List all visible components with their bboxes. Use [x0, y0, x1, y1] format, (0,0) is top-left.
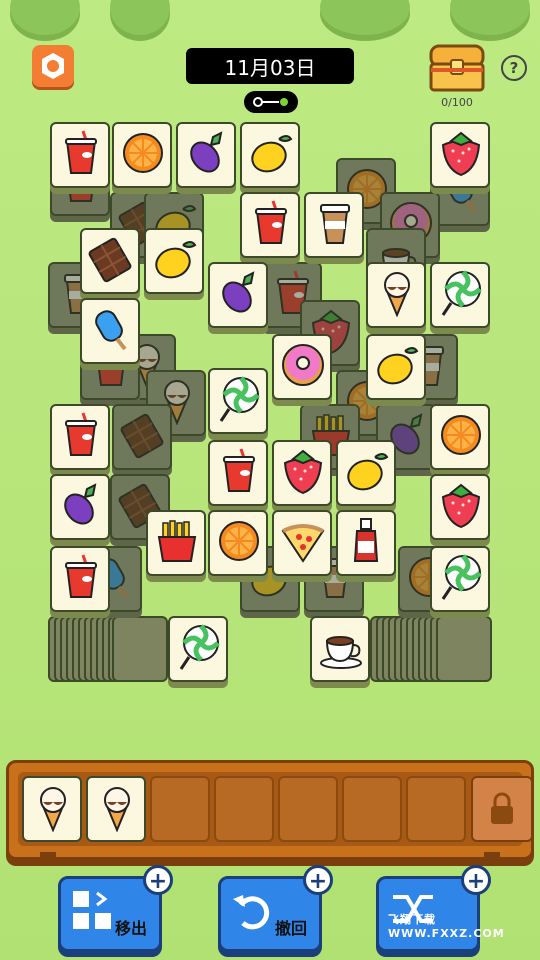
tile-strawberry[interactable] — [272, 440, 332, 506]
date-label: 11月03日 — [186, 48, 354, 84]
tile-coffee[interactable] — [304, 192, 364, 258]
tile-drink[interactable] — [208, 440, 268, 506]
tile-strawberry[interactable] — [430, 474, 490, 540]
chest-progress: 0/100 — [441, 96, 473, 109]
tile-drink[interactable] — [50, 122, 110, 188]
tray-leg — [484, 852, 500, 866]
help-button[interactable]: ? — [501, 55, 527, 81]
top-bar: 11月03日 0/100 ? — [0, 0, 540, 113]
tile-covered — [112, 404, 172, 470]
tile-lemon[interactable] — [240, 122, 300, 188]
key-indicator — [244, 91, 298, 113]
tile-teacup[interactable] — [310, 616, 370, 682]
tile-lollipop[interactable] — [430, 546, 490, 612]
move-out-label: 移出 — [114, 919, 147, 938]
add-move-out-button[interactable]: + — [143, 865, 173, 895]
tile-lemon[interactable] — [336, 440, 396, 506]
key-icon — [253, 97, 288, 107]
tile-eggplant[interactable] — [50, 474, 110, 540]
tile-drink[interactable] — [240, 192, 300, 258]
tile-orange[interactable] — [430, 404, 490, 470]
tray-slot — [150, 776, 210, 842]
tile-chocolate[interactable] — [80, 228, 140, 294]
tray-slot — [214, 776, 274, 842]
tray-slot — [278, 776, 338, 842]
tile-lollipop[interactable] — [208, 368, 268, 434]
tile-lollipop[interactable] — [430, 262, 490, 328]
tray-slot — [86, 776, 146, 842]
ice-cream-cone-icon — [29, 784, 77, 832]
tile-popsicle[interactable] — [80, 298, 140, 364]
tile-lemon[interactable] — [366, 334, 426, 400]
tile-stack-right — [370, 616, 492, 682]
move-out-button[interactable]: 移出 + — [58, 865, 173, 952]
tray-slot — [22, 776, 82, 842]
tile-eggplant[interactable] — [208, 262, 268, 328]
locked-slot-button[interactable] — [471, 776, 533, 842]
settings-button[interactable] — [32, 45, 74, 87]
undo-button[interactable]: 撤回 + — [218, 865, 333, 952]
lock-icon — [491, 792, 513, 824]
undo-label: 撤回 — [274, 919, 307, 938]
tile-drink[interactable] — [50, 546, 110, 612]
tray-slot — [406, 776, 466, 842]
collection-tray — [6, 760, 534, 860]
watermark: 飞翔下载 WWW.FXXZ.COM — [388, 912, 505, 940]
move-out-icon — [73, 891, 111, 929]
tile-lemon[interactable] — [144, 228, 204, 294]
gear-icon — [42, 53, 64, 79]
add-undo-button[interactable]: + — [303, 865, 333, 895]
tile-donut[interactable] — [272, 334, 332, 400]
tile-fries[interactable] — [146, 510, 206, 576]
tile-eggplant[interactable] — [176, 122, 236, 188]
undo-icon — [233, 895, 270, 930]
tile-lollipop[interactable] — [168, 616, 228, 682]
tile-orange[interactable] — [208, 510, 268, 576]
tray-slot — [342, 776, 402, 842]
tile-pizza[interactable] — [272, 510, 332, 576]
add-shuffle-button[interactable]: + — [461, 865, 491, 895]
tile-orange[interactable] — [112, 122, 172, 188]
treasure-chest-button[interactable] — [427, 38, 487, 94]
tray-leg — [40, 852, 56, 866]
tile-ketchup[interactable] — [336, 510, 396, 576]
tile-icecream[interactable] — [366, 262, 426, 328]
tile-stack-left — [48, 616, 168, 682]
ice-cream-cone-icon — [93, 784, 141, 832]
tile-drink[interactable] — [50, 404, 110, 470]
tile-strawberry[interactable] — [430, 122, 490, 188]
treasure-chest-icon — [429, 44, 485, 92]
